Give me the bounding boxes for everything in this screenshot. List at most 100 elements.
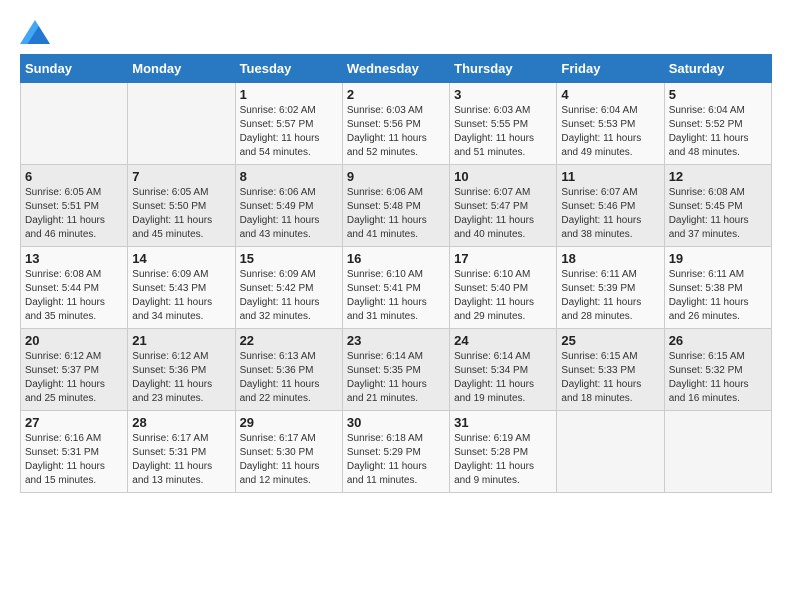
day-number: 19 <box>669 251 767 266</box>
day-number: 29 <box>240 415 338 430</box>
day-number: 14 <box>132 251 230 266</box>
day-info: Sunrise: 6:09 AM Sunset: 5:43 PM Dayligh… <box>132 268 230 324</box>
calendar-cell: 20 Sunrise: 6:12 AM Sunset: 5:37 PM Dayli… <box>21 329 128 411</box>
calendar-cell: 8 Sunrise: 6:06 AM Sunset: 5:49 PM Daylig… <box>235 165 342 247</box>
day-number: 24 <box>454 333 552 348</box>
day-info: Sunrise: 6:19 AM Sunset: 5:28 PM Dayligh… <box>454 432 552 488</box>
calendar-cell: 16 Sunrise: 6:10 AM Sunset: 5:41 PM Dayli… <box>342 247 449 329</box>
calendar-cell: 27 Sunrise: 6:16 AM Sunset: 5:31 PM Dayli… <box>21 411 128 493</box>
day-number: 10 <box>454 169 552 184</box>
calendar-cell: 25 Sunrise: 6:15 AM Sunset: 5:33 PM Dayli… <box>557 329 664 411</box>
day-number: 13 <box>25 251 123 266</box>
calendar-cell: 31 Sunrise: 6:19 AM Sunset: 5:28 PM Dayli… <box>450 411 557 493</box>
day-info: Sunrise: 6:09 AM Sunset: 5:42 PM Dayligh… <box>240 268 338 324</box>
calendar-cell: 11 Sunrise: 6:07 AM Sunset: 5:46 PM Dayli… <box>557 165 664 247</box>
day-info: Sunrise: 6:04 AM Sunset: 5:52 PM Dayligh… <box>669 104 767 160</box>
day-number: 27 <box>25 415 123 430</box>
calendar-cell: 24 Sunrise: 6:14 AM Sunset: 5:34 PM Dayli… <box>450 329 557 411</box>
calendar-header-row: SundayMondayTuesdayWednesdayThursdayFrid… <box>21 55 772 83</box>
calendar-week-row: 20 Sunrise: 6:12 AM Sunset: 5:37 PM Dayli… <box>21 329 772 411</box>
day-number: 9 <box>347 169 445 184</box>
day-info: Sunrise: 6:03 AM Sunset: 5:55 PM Dayligh… <box>454 104 552 160</box>
calendar-cell: 18 Sunrise: 6:11 AM Sunset: 5:39 PM Dayli… <box>557 247 664 329</box>
calendar-cell: 17 Sunrise: 6:10 AM Sunset: 5:40 PM Dayli… <box>450 247 557 329</box>
day-header-tuesday: Tuesday <box>235 55 342 83</box>
calendar-week-row: 1 Sunrise: 6:02 AM Sunset: 5:57 PM Daylig… <box>21 83 772 165</box>
calendar-cell: 3 Sunrise: 6:03 AM Sunset: 5:55 PM Daylig… <box>450 83 557 165</box>
calendar-cell <box>557 411 664 493</box>
day-number: 17 <box>454 251 552 266</box>
day-header-monday: Monday <box>128 55 235 83</box>
day-number: 7 <box>132 169 230 184</box>
day-info: Sunrise: 6:06 AM Sunset: 5:49 PM Dayligh… <box>240 186 338 242</box>
day-number: 22 <box>240 333 338 348</box>
calendar-cell: 9 Sunrise: 6:06 AM Sunset: 5:48 PM Daylig… <box>342 165 449 247</box>
day-info: Sunrise: 6:08 AM Sunset: 5:45 PM Dayligh… <box>669 186 767 242</box>
day-info: Sunrise: 6:03 AM Sunset: 5:56 PM Dayligh… <box>347 104 445 160</box>
calendar-cell: 12 Sunrise: 6:08 AM Sunset: 5:45 PM Dayli… <box>664 165 771 247</box>
day-number: 26 <box>669 333 767 348</box>
logo-icon <box>20 20 50 44</box>
day-info: Sunrise: 6:05 AM Sunset: 5:51 PM Dayligh… <box>25 186 123 242</box>
day-info: Sunrise: 6:17 AM Sunset: 5:31 PM Dayligh… <box>132 432 230 488</box>
logo <box>20 20 54 44</box>
calendar-week-row: 6 Sunrise: 6:05 AM Sunset: 5:51 PM Daylig… <box>21 165 772 247</box>
calendar-cell: 7 Sunrise: 6:05 AM Sunset: 5:50 PM Daylig… <box>128 165 235 247</box>
day-number: 3 <box>454 87 552 102</box>
calendar-cell: 28Sunrise: 6:17 AM Sunset: 5:31 PM Dayli… <box>128 411 235 493</box>
day-header-thursday: Thursday <box>450 55 557 83</box>
calendar-week-row: 13 Sunrise: 6:08 AM Sunset: 5:44 PM Dayli… <box>21 247 772 329</box>
day-number: 20 <box>25 333 123 348</box>
day-number: 18 <box>561 251 659 266</box>
day-info: Sunrise: 6:15 AM Sunset: 5:33 PM Dayligh… <box>561 350 659 406</box>
day-info: Sunrise: 6:06 AM Sunset: 5:48 PM Dayligh… <box>347 186 445 242</box>
day-info: Sunrise: 6:10 AM Sunset: 5:40 PM Dayligh… <box>454 268 552 324</box>
day-info: Sunrise: 6:11 AM Sunset: 5:38 PM Dayligh… <box>669 268 767 324</box>
day-info: Sunrise: 6:17 AM Sunset: 5:30 PM Dayligh… <box>240 432 338 488</box>
day-number: 8 <box>240 169 338 184</box>
day-number: 6 <box>25 169 123 184</box>
calendar-cell: 30Sunrise: 6:18 AM Sunset: 5:29 PM Dayli… <box>342 411 449 493</box>
day-info: Sunrise: 6:12 AM Sunset: 5:37 PM Dayligh… <box>25 350 123 406</box>
calendar-cell <box>21 83 128 165</box>
day-info: Sunrise: 6:02 AM Sunset: 5:57 PM Dayligh… <box>240 104 338 160</box>
day-info: Sunrise: 6:07 AM Sunset: 5:46 PM Dayligh… <box>561 186 659 242</box>
day-info: Sunrise: 6:10 AM Sunset: 5:41 PM Dayligh… <box>347 268 445 324</box>
calendar-cell: 4Sunrise: 6:04 AM Sunset: 5:53 PM Daylig… <box>557 83 664 165</box>
day-info: Sunrise: 6:11 AM Sunset: 5:39 PM Dayligh… <box>561 268 659 324</box>
day-number: 1 <box>240 87 338 102</box>
day-info: Sunrise: 6:16 AM Sunset: 5:31 PM Dayligh… <box>25 432 123 488</box>
calendar-cell: 14 Sunrise: 6:09 AM Sunset: 5:43 PM Dayli… <box>128 247 235 329</box>
day-number: 2 <box>347 87 445 102</box>
day-number: 15 <box>240 251 338 266</box>
calendar-cell: 26 Sunrise: 6:15 AM Sunset: 5:32 PM Dayli… <box>664 329 771 411</box>
day-header-sunday: Sunday <box>21 55 128 83</box>
day-info: Sunrise: 6:12 AM Sunset: 5:36 PM Dayligh… <box>132 350 230 406</box>
day-number: 21 <box>132 333 230 348</box>
day-number: 31 <box>454 415 552 430</box>
calendar-cell: 23 Sunrise: 6:14 AM Sunset: 5:35 PM Dayli… <box>342 329 449 411</box>
day-info: Sunrise: 6:13 AM Sunset: 5:36 PM Dayligh… <box>240 350 338 406</box>
day-header-friday: Friday <box>557 55 664 83</box>
day-number: 16 <box>347 251 445 266</box>
day-info: Sunrise: 6:07 AM Sunset: 5:47 PM Dayligh… <box>454 186 552 242</box>
day-number: 23 <box>347 333 445 348</box>
day-info: Sunrise: 6:15 AM Sunset: 5:32 PM Dayligh… <box>669 350 767 406</box>
day-info: Sunrise: 6:18 AM Sunset: 5:29 PM Dayligh… <box>347 432 445 488</box>
day-info: Sunrise: 6:08 AM Sunset: 5:44 PM Dayligh… <box>25 268 123 324</box>
calendar-cell: 22 Sunrise: 6:13 AM Sunset: 5:36 PM Dayli… <box>235 329 342 411</box>
calendar-cell: 15 Sunrise: 6:09 AM Sunset: 5:42 PM Dayli… <box>235 247 342 329</box>
day-number: 5 <box>669 87 767 102</box>
calendar-cell: 2 Sunrise: 6:03 AM Sunset: 5:56 PM Daylig… <box>342 83 449 165</box>
day-number: 25 <box>561 333 659 348</box>
day-number: 11 <box>561 169 659 184</box>
calendar-table: SundayMondayTuesdayWednesdayThursdayFrid… <box>20 54 772 493</box>
day-info: Sunrise: 6:04 AM Sunset: 5:53 PM Dayligh… <box>561 104 659 160</box>
day-number: 12 <box>669 169 767 184</box>
day-info: Sunrise: 6:05 AM Sunset: 5:50 PM Dayligh… <box>132 186 230 242</box>
day-info: Sunrise: 6:14 AM Sunset: 5:35 PM Dayligh… <box>347 350 445 406</box>
calendar-cell: 1 Sunrise: 6:02 AM Sunset: 5:57 PM Daylig… <box>235 83 342 165</box>
day-info: Sunrise: 6:14 AM Sunset: 5:34 PM Dayligh… <box>454 350 552 406</box>
calendar-cell: 29 Sunrise: 6:17 AM Sunset: 5:30 PM Dayli… <box>235 411 342 493</box>
calendar-cell: 21 Sunrise: 6:12 AM Sunset: 5:36 PM Dayli… <box>128 329 235 411</box>
